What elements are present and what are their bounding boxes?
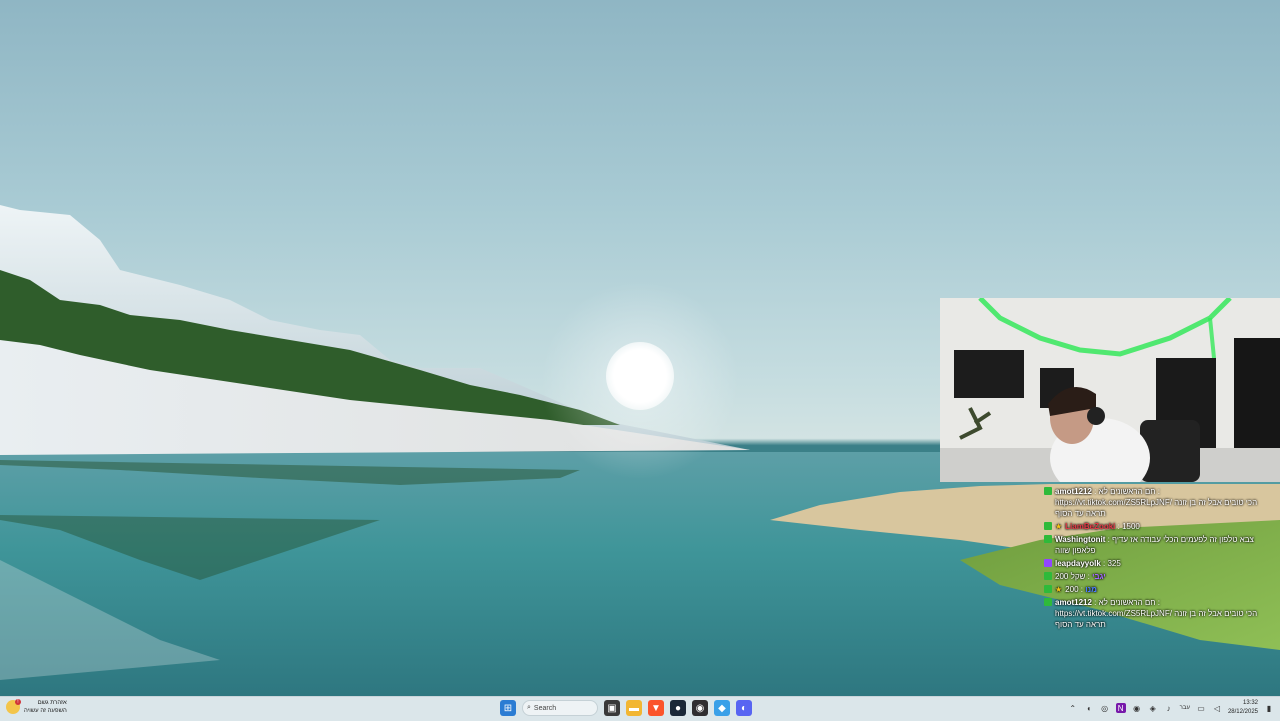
kick-platform-icon bbox=[1044, 572, 1052, 580]
webcam-feed bbox=[940, 298, 1280, 482]
chat-message: amot1212 : חם הראשונים לא : https://vt.t… bbox=[1044, 597, 1278, 630]
chat-text: שקל 200 bbox=[1055, 572, 1086, 581]
tray-microphone-icon[interactable]: ♪ bbox=[1164, 703, 1174, 713]
chat-username: ‏מנו bbox=[1085, 585, 1097, 594]
copilot-icon[interactable]: ◆ bbox=[714, 700, 730, 716]
clock-time: 13:32 bbox=[1242, 700, 1258, 706]
network-icon[interactable]: ▭ bbox=[1196, 703, 1206, 713]
taskbar: ! אזהרת גשם השפעה זה עשויה ⊞ ⌕ Search ▣ ▬ ▼ ● ◉… bbox=[0, 696, 1280, 721]
task-view-icon[interactable]: ▣ bbox=[604, 700, 620, 716]
volume-icon[interactable]: ◁ bbox=[1212, 703, 1222, 713]
obs-icon[interactable]: ◉ bbox=[692, 700, 708, 716]
chat-username: LiamBeZooki bbox=[1065, 522, 1116, 531]
taskbar-search-box[interactable]: ⌕ Search bbox=[522, 700, 598, 716]
chat-separator: : bbox=[1091, 487, 1099, 496]
tray-location-icon[interactable]: ◈ bbox=[1148, 703, 1158, 713]
language-indicator[interactable]: עבר bbox=[1180, 703, 1190, 713]
chat-username: ‏יגבי bbox=[1092, 572, 1106, 581]
taskbar-center: ⊞ ⌕ Search ▣ ▬ ▼ ● ◉ ◆ ◐ bbox=[500, 700, 752, 716]
chat-username: Washingtonit bbox=[1055, 535, 1106, 544]
chat-message: leapdayyolk : 325 bbox=[1044, 558, 1278, 569]
subscriber-badge-icon: ★ bbox=[1055, 585, 1063, 594]
chat-text: 200 bbox=[1065, 585, 1079, 594]
weather-title: אזהרת גשם bbox=[37, 700, 67, 706]
chat-text: 1500 bbox=[1122, 522, 1140, 531]
brave-browser-icon[interactable]: ▼ bbox=[648, 700, 664, 716]
clock[interactable]: 13:32 28/12/2025 bbox=[1228, 699, 1258, 717]
sun bbox=[606, 342, 674, 410]
chat-message: ★ LiamBeZooki : 1500 bbox=[1044, 521, 1278, 532]
chat-message: ★ ‏מנו : 200 bbox=[1044, 584, 1278, 595]
discord-icon[interactable]: ◐ bbox=[736, 700, 752, 716]
tray-steam-icon[interactable]: ◉ bbox=[1132, 703, 1142, 713]
weather-subtitle: השפעה זה עשויה bbox=[24, 708, 67, 714]
stream-chat-overlay: amot1212 : חם הראשונים לא : https://vt.t… bbox=[1044, 486, 1278, 632]
search-icon: ⌕ bbox=[527, 704, 531, 711]
tray-app-icon[interactable]: ◖ bbox=[1084, 703, 1094, 713]
kick-platform-icon bbox=[1044, 535, 1052, 543]
chat-username: amot1212 bbox=[1055, 598, 1092, 607]
system-tray: ⌃ ◖ ◎ N ◉ ◈ ♪ עבר ▭ ◁ 13:32 28/12/2025 ▮ bbox=[1068, 699, 1274, 717]
notifications-icon[interactable]: ▮ bbox=[1264, 703, 1274, 713]
weather-widget[interactable]: ! אזהרת גשם השפעה זה עשויה bbox=[6, 699, 67, 715]
chat-username: leapdayyolk bbox=[1055, 559, 1101, 568]
kick-platform-icon bbox=[1044, 487, 1052, 495]
kick-platform-icon bbox=[1044, 585, 1052, 593]
tray-onenote-icon[interactable]: N bbox=[1115, 703, 1126, 713]
search-label: Search bbox=[533, 704, 557, 712]
chat-message: amot1212 : חם הראשונים לא : https://vt.t… bbox=[1044, 486, 1278, 519]
kick-platform-icon bbox=[1044, 598, 1052, 606]
tray-chevron-icon[interactable]: ⌃ bbox=[1068, 703, 1078, 713]
kick-platform-icon bbox=[1044, 522, 1052, 530]
steam-icon[interactable]: ● bbox=[670, 700, 686, 716]
twitch-platform-icon bbox=[1044, 559, 1052, 567]
chat-text: 325 bbox=[1107, 559, 1121, 568]
chat-message: Washingtonit : צבא טלפון זה לפעמים הכלי … bbox=[1044, 534, 1278, 556]
chat-separator: : bbox=[1091, 598, 1099, 607]
weather-alert-icon: ! bbox=[6, 699, 21, 714]
webcam-overlay bbox=[940, 298, 1280, 482]
weather-text: אזהרת גשם השפעה זה עשויה bbox=[24, 699, 67, 715]
windows-start-icon[interactable]: ⊞ bbox=[500, 700, 516, 716]
chat-message: ‏יגבי : שקל 200 bbox=[1044, 571, 1278, 582]
alert-badge: ! bbox=[15, 699, 21, 705]
clock-date: 28/12/2025 bbox=[1227, 709, 1258, 715]
subscriber-badge-icon: ★ bbox=[1055, 522, 1063, 531]
file-explorer-icon[interactable]: ▬ bbox=[626, 700, 642, 716]
chat-username: amot1212 bbox=[1055, 487, 1092, 496]
tray-security-icon[interactable]: ◎ bbox=[1100, 703, 1110, 713]
